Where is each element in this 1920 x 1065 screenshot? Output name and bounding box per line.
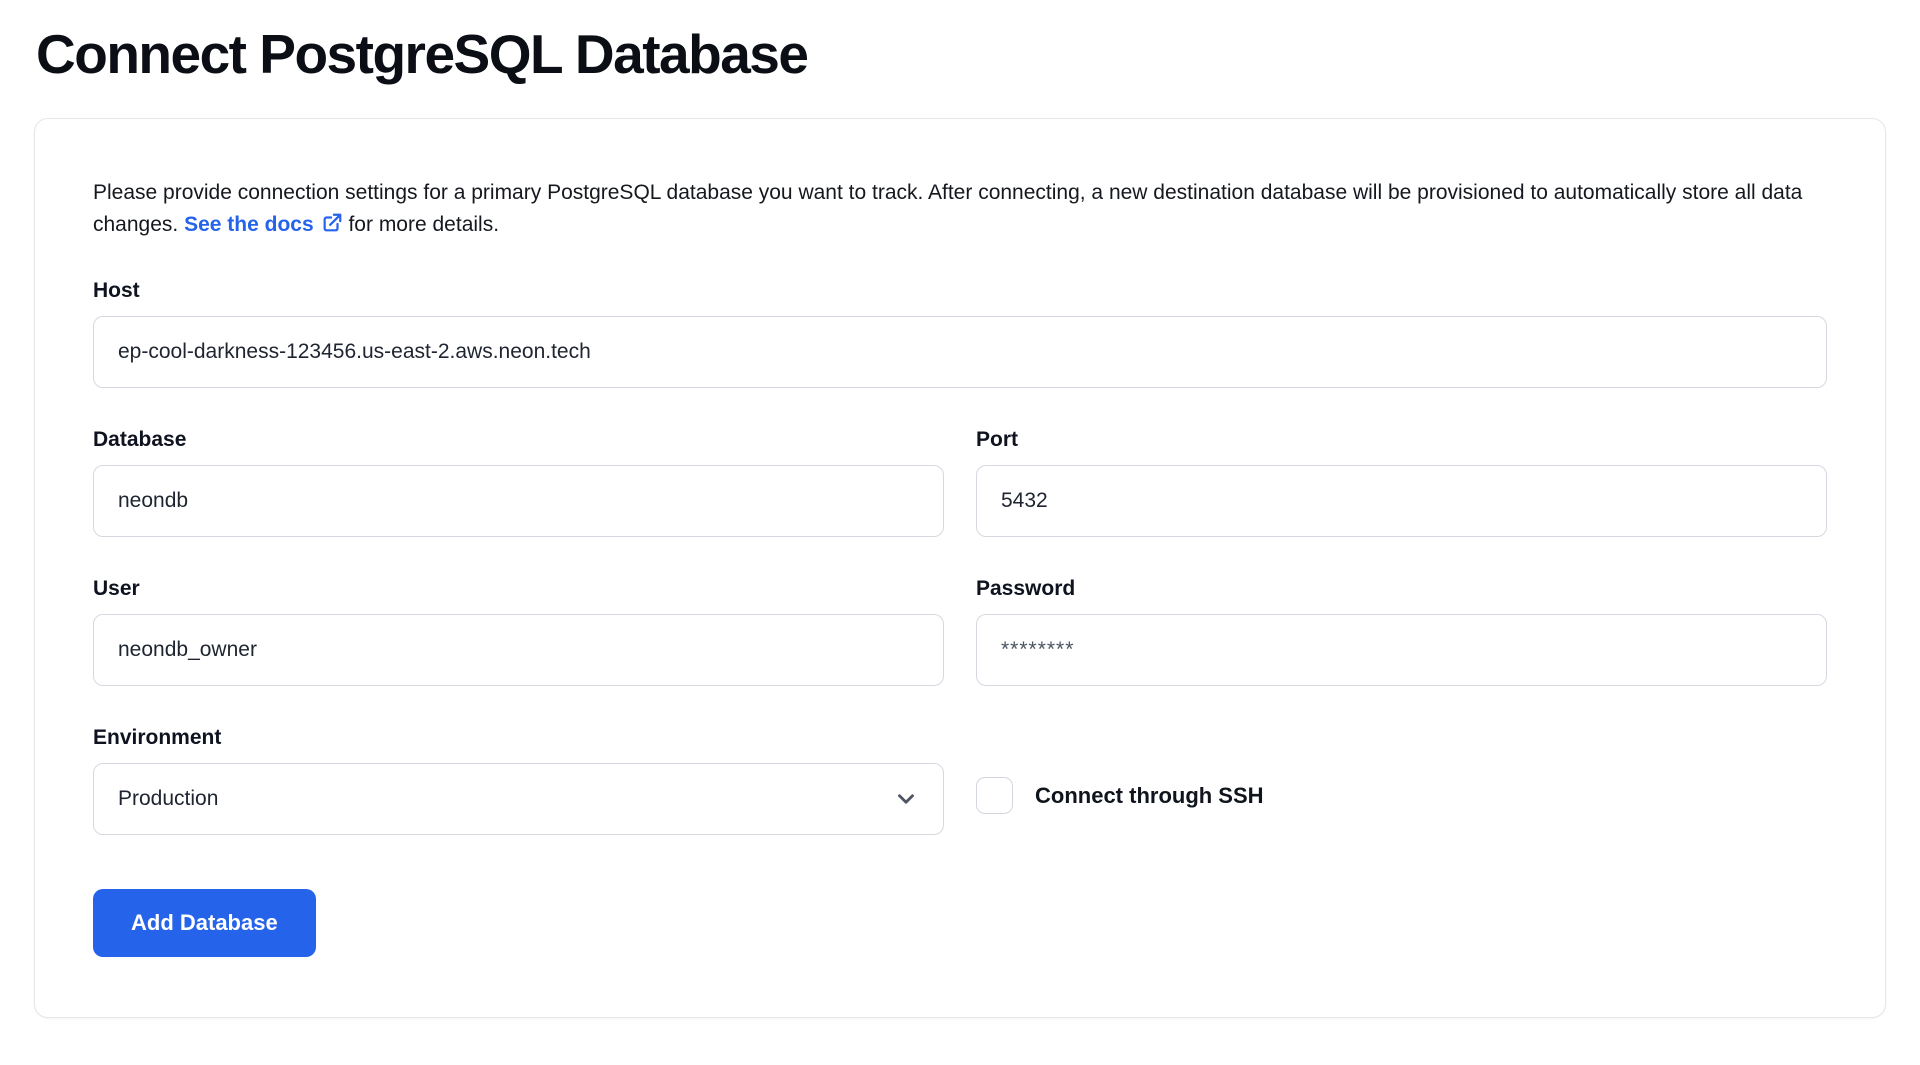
environment-select[interactable]: Production: [93, 763, 944, 835]
port-input[interactable]: [976, 465, 1827, 537]
password-field: Password: [976, 577, 1827, 686]
host-field: Host: [93, 279, 1827, 388]
password-label: Password: [976, 577, 1827, 601]
host-label: Host: [93, 279, 1827, 303]
user-label: User: [93, 577, 944, 601]
page-title: Connect PostgreSQL Database: [36, 22, 1886, 86]
port-field: Port: [976, 428, 1827, 537]
description-text-after: for more details.: [343, 213, 499, 236]
database-port-row: Database Port: [93, 428, 1827, 537]
ssh-field: Connect through SSH: [976, 726, 1827, 835]
add-database-button[interactable]: Add Database: [93, 889, 316, 957]
external-link-icon: [321, 212, 343, 234]
password-input[interactable]: [976, 614, 1827, 686]
user-password-row: User Password: [93, 577, 1827, 686]
port-label: Port: [976, 428, 1827, 452]
database-field: Database: [93, 428, 944, 537]
environment-label: Environment: [93, 726, 944, 750]
page: Connect PostgreSQL Database Please provi…: [0, 0, 1920, 1065]
environment-selected-value: Production: [118, 787, 218, 811]
connection-form-card: Please provide connection settings for a…: [34, 118, 1886, 1018]
host-input[interactable]: [93, 316, 1827, 388]
ssh-checkbox-label: Connect through SSH: [1035, 783, 1264, 809]
ssh-option: Connect through SSH: [976, 760, 1827, 832]
ssh-checkbox[interactable]: [976, 777, 1013, 814]
user-input[interactable]: [93, 614, 944, 686]
environment-ssh-row: Environment Production Connect through S…: [93, 726, 1827, 835]
database-input[interactable]: [93, 465, 944, 537]
environment-field: Environment Production: [93, 726, 944, 835]
description: Please provide connection settings for a…: [93, 177, 1827, 241]
see-the-docs-link[interactable]: See the docs: [184, 213, 343, 236]
user-field: User: [93, 577, 944, 686]
see-the-docs-label: See the docs: [184, 213, 314, 236]
database-label: Database: [93, 428, 944, 452]
chevron-down-icon: [893, 786, 919, 812]
